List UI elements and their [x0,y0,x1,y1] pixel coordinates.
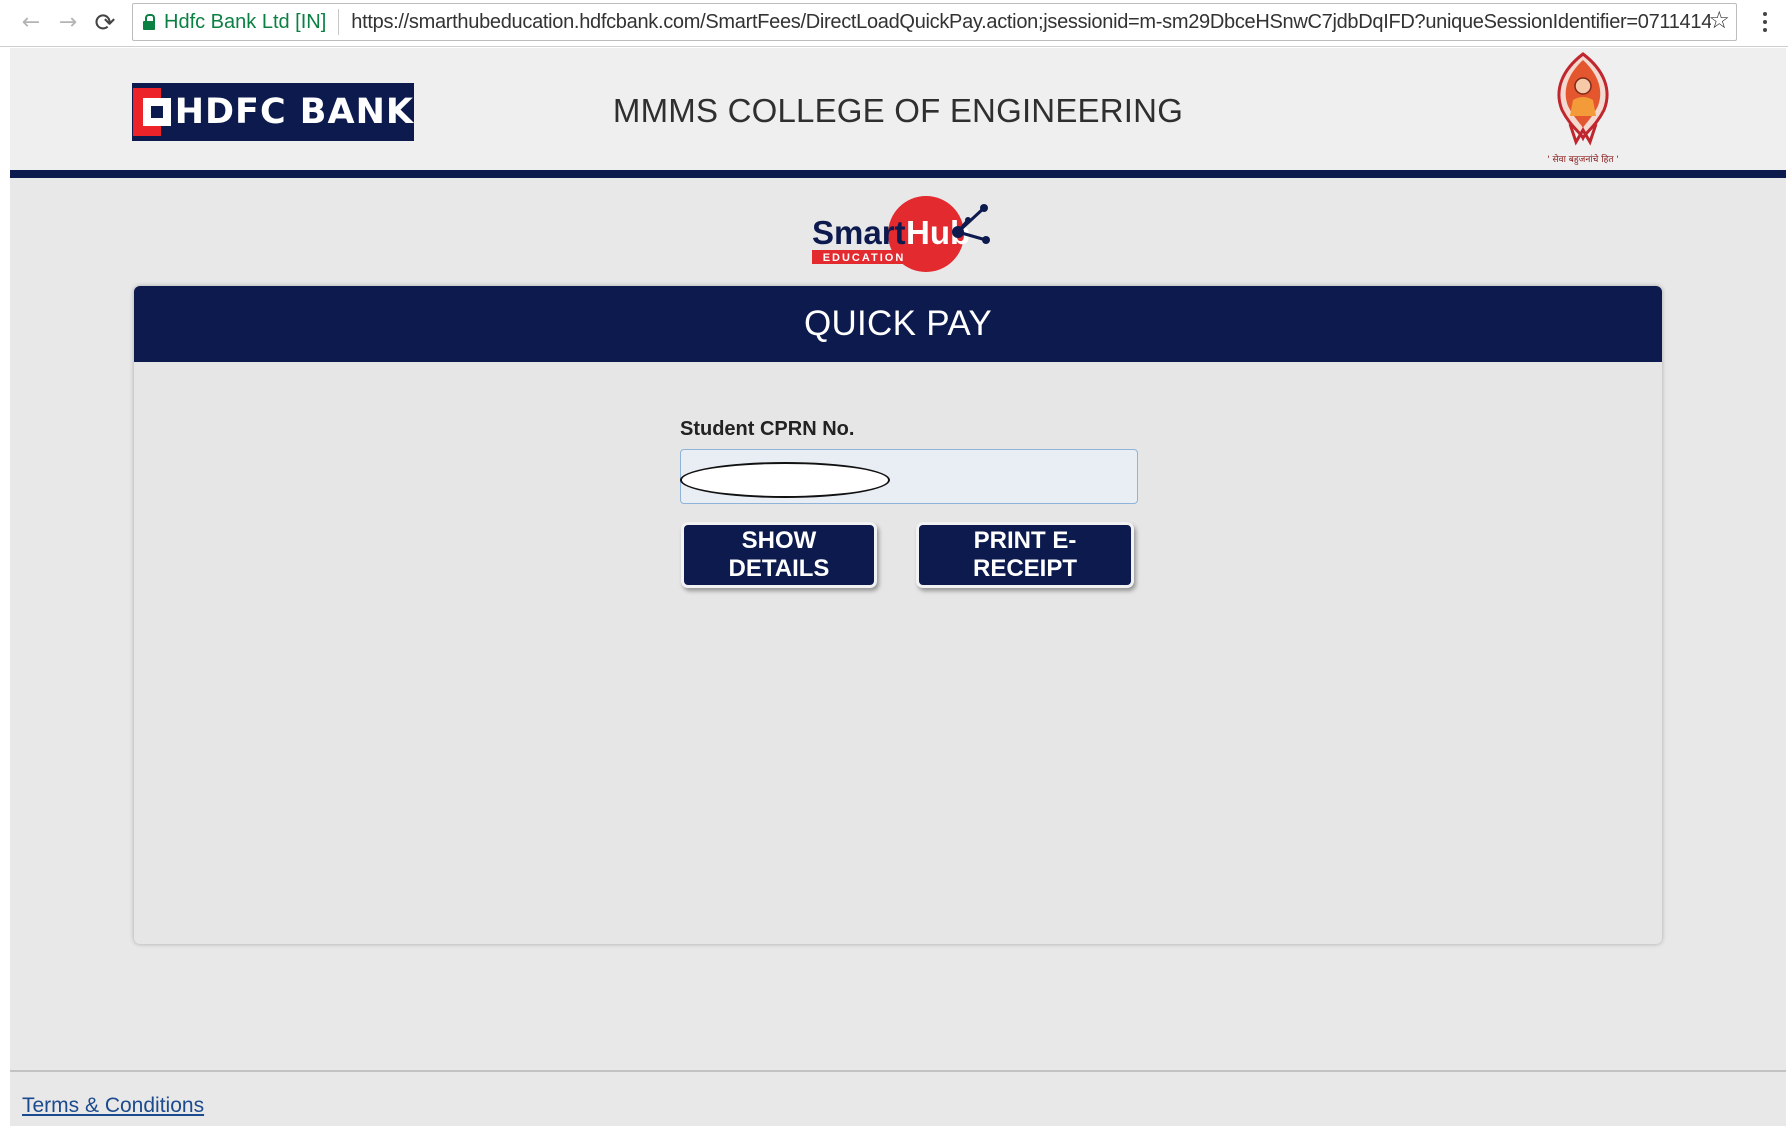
forward-arrow-icon[interactable]: → [53,6,83,38]
redaction-mark [680,462,890,498]
terms-conditions-link[interactable]: Terms & Conditions [22,1094,204,1118]
emblem-motto: ' सेवा बहुजनांचे हित ' [1547,153,1619,165]
reload-icon[interactable]: ⟳ [90,6,120,38]
browser-toolbar: ← → ⟳ Hdfc Bank Ltd [IN] https://smarthu… [0,0,1788,47]
footer-divider [10,1070,1786,1072]
page: HDFC BANK MMMS COLLEGE OF ENGINEERING ' … [10,48,1786,1126]
bookmark-star-icon[interactable]: ☆ [1708,6,1730,34]
smarthub-education-logo: Smart Hub EDUCATION [812,196,990,272]
college-title: MMMS COLLEGE OF ENGINEERING [612,92,1184,129]
browser-menu-icon[interactable] [1752,4,1778,40]
college-emblem-icon: ' सेवा बहुजनांचे हित ' [1547,52,1619,165]
smarthub-tagline: EDUCATION [823,252,906,264]
print-e-receipt-button[interactable]: PRINT E-RECEIPT [919,525,1131,585]
quick-pay-header: QUICK PAY [134,286,1662,362]
address-separator [338,9,340,35]
quick-pay-title: QUICK PAY [803,304,993,343]
header-divider [10,170,1786,178]
address-bar[interactable]: Hdfc Bank Ltd [IN] https://smarthubeduca… [132,3,1737,41]
back-arrow-icon[interactable]: ← [16,6,46,38]
cprn-label: Student CPRN No. [680,418,855,440]
site-identity[interactable]: Hdfc Bank Ltd [IN] [164,11,326,34]
url-text[interactable]: https://smarthubeducation.hdfcbank.com/S… [351,11,1711,34]
lock-icon [143,14,155,30]
quick-pay-card: QUICK PAY Student CPRN No. SHOW DETAILS … [134,286,1662,944]
smarthub-smart-text: Smart [812,214,906,251]
show-details-button[interactable]: SHOW DETAILS [684,525,874,585]
site-header: HDFC BANK MMMS COLLEGE OF ENGINEERING ' … [10,48,1786,170]
